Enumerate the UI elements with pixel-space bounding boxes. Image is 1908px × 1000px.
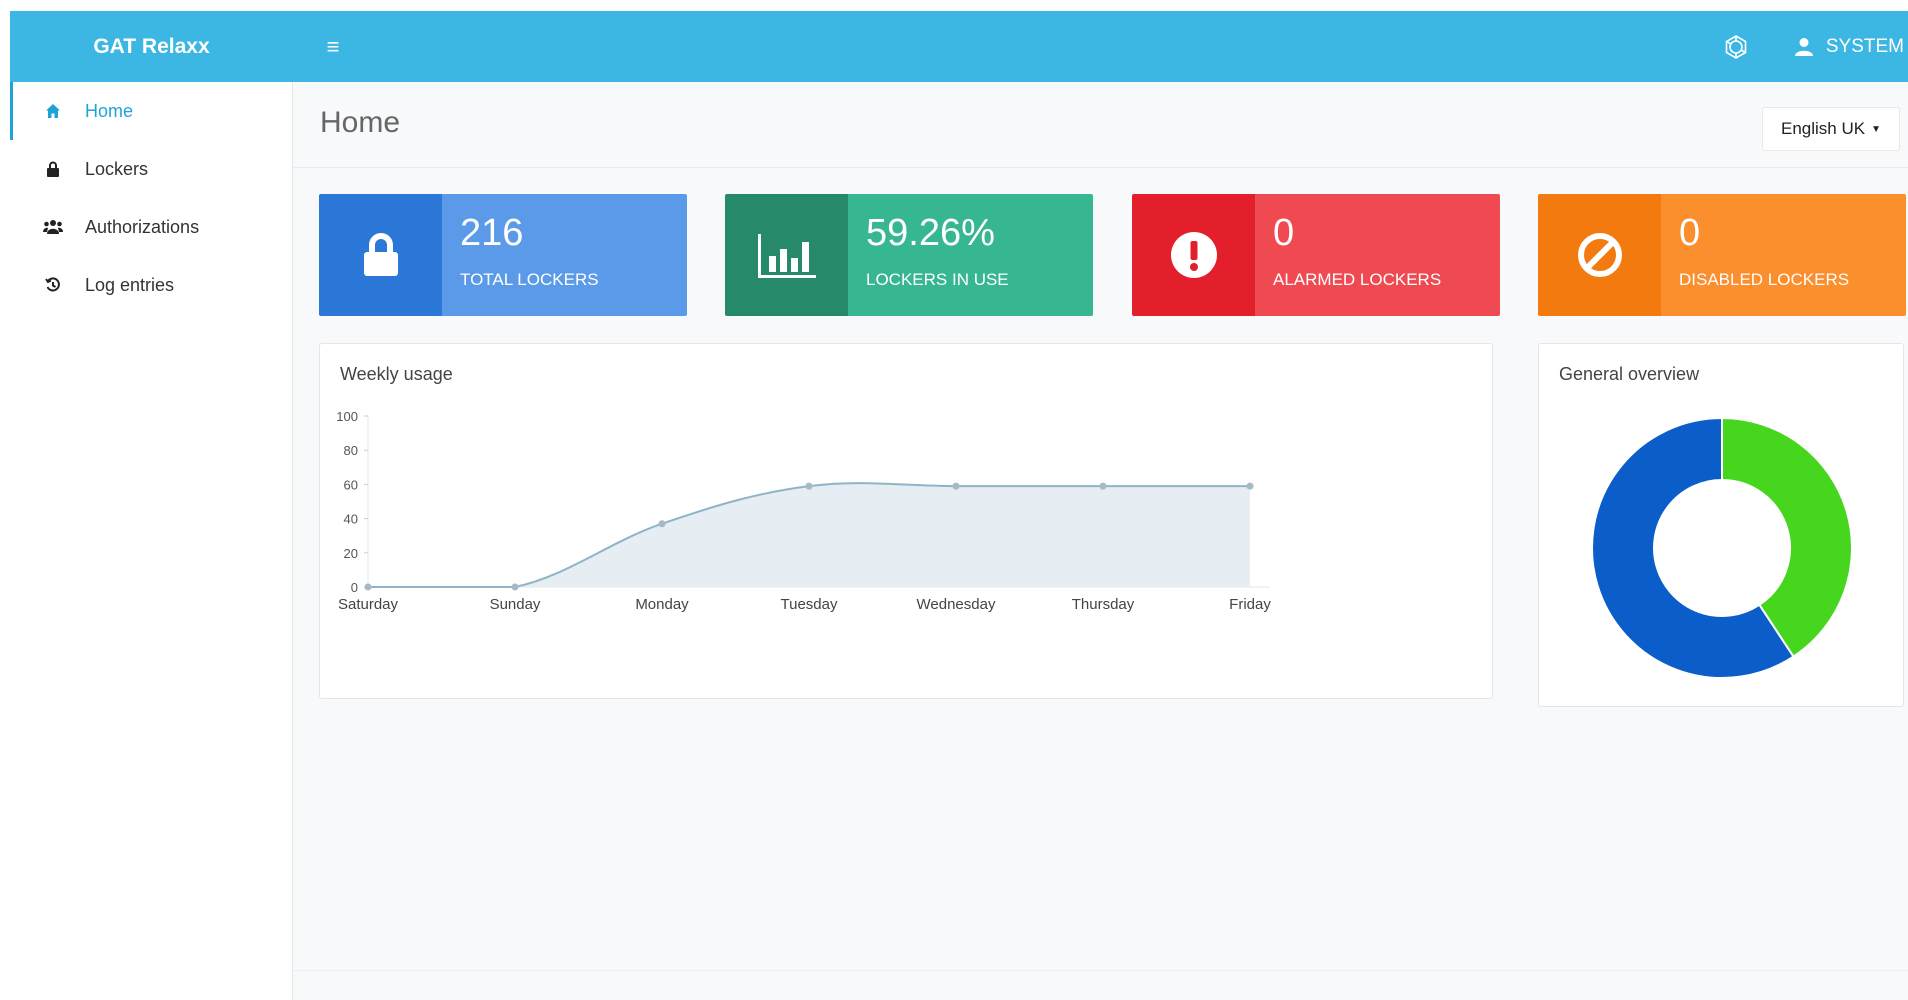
y-tick-label: 0 (351, 580, 358, 595)
stat-body: 216 TOTAL LOCKERS (442, 194, 687, 316)
stat-value: 0 (1679, 212, 1701, 254)
stat-value: 59.26% (866, 212, 995, 254)
menu-toggle-icon[interactable]: ≡ (318, 32, 348, 62)
stat-value: 216 (460, 212, 524, 254)
sidebar-item-label: Home (85, 100, 134, 121)
top-navbar: GAT Relaxx ≡ SYSTEM ▾ (10, 11, 1908, 82)
language-label: English UK (1780, 119, 1866, 138)
ban-icon (1577, 233, 1622, 277)
weekly-usage-panel: Weekly usage 0 20 40 60 80 100 Saturday Sunday M… (319, 343, 1493, 699)
y-tick-label: 80 (344, 443, 358, 458)
stat-icon-box (319, 194, 442, 316)
x-tick-label: Wednesday (917, 596, 996, 613)
history-icon (43, 275, 63, 295)
stat-label: ALARMED LOCKERS (1273, 270, 1442, 289)
globe-icon[interactable] (1718, 29, 1754, 65)
x-tick-label: Sunday (490, 596, 541, 613)
user-menu[interactable]: SYSTEM ▾ (1794, 36, 1908, 58)
lock-icon (43, 159, 63, 179)
y-tick-label: 100 (336, 409, 358, 424)
sidebar-item-home[interactable]: Home (10, 82, 292, 140)
x-tick-label: Thursday (1072, 596, 1135, 613)
stat-card-lockers-in-use[interactable]: 59.26% LOCKERS IN USE (725, 194, 1093, 316)
y-tick-label: 20 (344, 546, 358, 561)
stat-body: 0 ALARMED LOCKERS (1255, 194, 1500, 316)
data-point[interactable] (952, 482, 960, 490)
data-point[interactable] (1099, 482, 1107, 490)
page-title: Home (320, 106, 401, 139)
sidebar-item-label: Lockers (85, 158, 149, 179)
home-icon (43, 101, 63, 121)
user-name: SYSTEM (1825, 35, 1904, 57)
general-overview-chart (1591, 416, 1853, 679)
alert-icon (1170, 232, 1217, 278)
sidebar-item-lockers[interactable]: Lockers (10, 140, 292, 198)
stat-icon-box (1132, 194, 1255, 316)
stat-card-disabled-lockers[interactable]: 0 DISABLED LOCKERS (1538, 194, 1906, 316)
sidebar-item-label: Log entries (85, 274, 175, 295)
sidebar-item-authorizations[interactable]: Authorizations (10, 198, 292, 256)
stat-icon-box (1538, 194, 1661, 316)
users-icon (43, 217, 63, 237)
y-tick-label: 40 (344, 512, 358, 527)
footer-divider (293, 970, 1908, 971)
x-tick-label: Friday (1229, 596, 1271, 613)
bar-chart-icon (757, 234, 816, 278)
stat-card-total-lockers[interactable]: 216 TOTAL LOCKERS (319, 194, 687, 316)
topbar-right: SYSTEM ▾ (1718, 11, 1908, 82)
stat-label: TOTAL LOCKERS (460, 270, 599, 289)
stat-body: 59.26% LOCKERS IN USE (848, 194, 1093, 316)
stat-label: DISABLED LOCKERS (1679, 270, 1850, 289)
general-overview-panel: General overview (1538, 343, 1904, 707)
data-point[interactable] (511, 583, 519, 591)
weekly-usage-chart: 0 20 40 60 80 100 Saturday Sunday Monday Tuesday W… (336, 409, 1271, 613)
chevron-down-icon: ▼ (1871, 123, 1881, 135)
series-area (368, 483, 1250, 587)
user-icon (1794, 37, 1813, 56)
x-tick-label: Saturday (338, 596, 399, 613)
sidebar-item-label: Authorizations (85, 216, 200, 237)
lock-icon (363, 233, 398, 276)
brand-logo[interactable]: GAT Relaxx (10, 35, 293, 59)
stat-card-alarmed-lockers[interactable]: 0 ALARMED LOCKERS (1132, 194, 1500, 316)
sidebar: Home Lockers Authorizations Log entries (10, 82, 293, 1000)
y-tick-label: 60 (344, 477, 358, 492)
data-point[interactable] (1246, 482, 1254, 490)
language-select[interactable]: English UK ▼ (1762, 107, 1900, 151)
x-tick-label: Monday (635, 596, 689, 613)
stat-value: 0 (1273, 212, 1295, 254)
page-header: Home English UK ▼ (293, 82, 1908, 168)
sidebar-item-log-entries[interactable]: Log entries (10, 256, 292, 314)
x-tick-label: Tuesday (781, 596, 838, 613)
stat-icon-box (725, 194, 848, 316)
main-content: Home English UK ▼ 216 TOTAL LOCKERS 59.2… (293, 82, 1908, 1000)
data-point[interactable] (364, 583, 372, 591)
stat-body: 0 DISABLED LOCKERS (1661, 194, 1906, 316)
data-point[interactable] (658, 520, 666, 528)
data-point[interactable] (805, 482, 813, 490)
stat-label: LOCKERS IN USE (866, 270, 1009, 289)
